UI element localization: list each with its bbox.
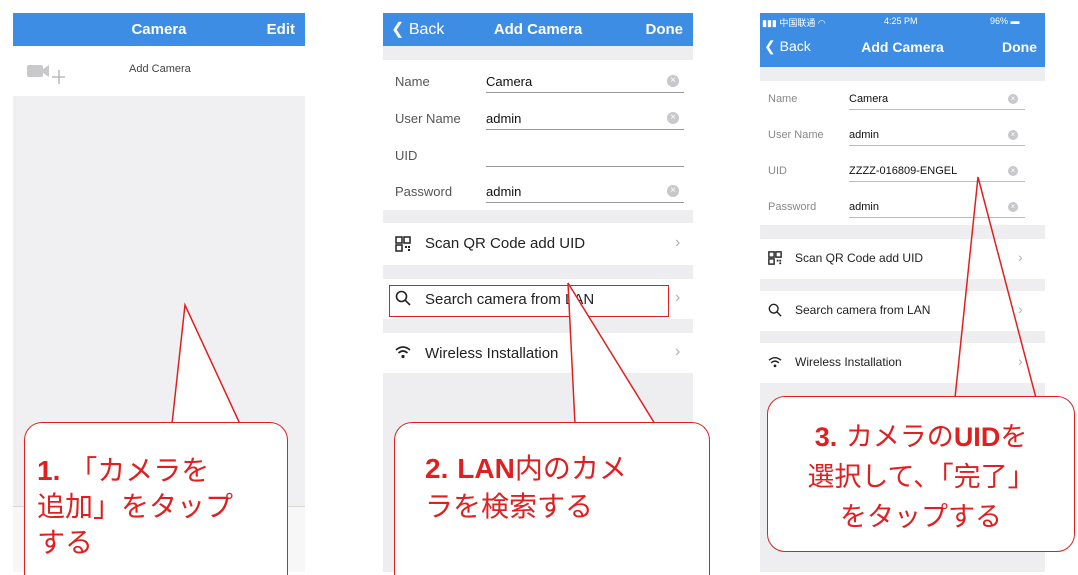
callout-2-bold: LAN [457,453,515,484]
callout-3: 3. カメラのUIDを 選択して、「完了」 をタップする [767,396,1075,552]
callout-2-pointer [567,282,656,425]
callout-1-number: 1. [37,455,61,486]
callout-3-line2: 選択して、「完了」 [807,462,1035,493]
callout-1-pointer [171,302,241,425]
callout-3-text1b: を [1000,422,1028,453]
callout-3-bold: UID [953,422,1001,452]
callout-3-line1: 3. カメラのUIDを [768,415,1074,454]
callout-3-number: 3. [814,422,838,452]
callout-1-line2: 追加」をタップ [37,490,234,523]
callout-1-line1: 1. 「カメラを [37,449,209,489]
callout-2: 2. LAN内のカメ ラを検索する [394,422,710,575]
callout-2-line1: 2. LAN内のカメ [425,447,627,487]
callout-1-text1: 「カメラを [69,454,210,487]
callout-3-pointer [954,176,1037,399]
callout-1: 1. 「カメラを 追加」をタップ する [24,422,288,575]
callout-2-line2: ラを検索する [425,490,594,523]
callout-2-number: 2. [425,453,449,484]
callout-1-line3: する [37,526,94,559]
callout-2-text1: 内のカメ [514,452,627,485]
callout-3-line3: をタップする [840,502,1002,533]
callout-3-text1a: カメラの [845,422,954,453]
